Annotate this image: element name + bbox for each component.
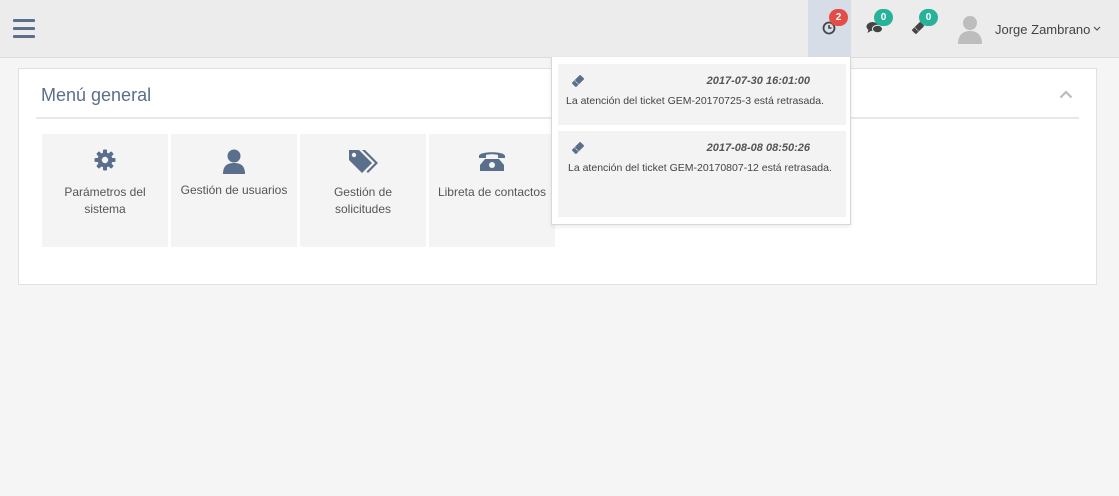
panel-title: Menú general [41, 85, 152, 105]
user-menu[interactable]: Jorge Zambrano [956, 14, 1106, 44]
tile-contact-book[interactable]: Libreta de contactos [429, 134, 555, 247]
notification-item[interactable]: 2017-08-08 08:50:26 La atención del tick… [558, 131, 846, 217]
notification-item[interactable]: 2017-07-30 16:01:00 La atención del tick… [558, 64, 846, 125]
tile-label: Gestión de solicitudes [333, 185, 393, 216]
notification-time: 2017-07-30 16:01:00 [706, 75, 810, 87]
messages-badge: 0 [874, 9, 893, 26]
alerts-button[interactable]: 2 [808, 0, 851, 57]
tags-icon [349, 150, 378, 173]
hamburger-icon[interactable] [13, 19, 35, 38]
messages-button[interactable]: 0 [852, 0, 895, 57]
alerts-badge: 2 [829, 9, 848, 26]
tile-system-parameters[interactable]: Parámetros del sistema [42, 134, 168, 247]
tile-label: Libreta de contactos [437, 185, 547, 199]
ticket-icon [572, 75, 584, 87]
chevron-up-icon[interactable] [1059, 90, 1073, 99]
chevron-down-icon [1093, 26, 1101, 31]
tile-user-management[interactable]: Gestión de usuarios [171, 134, 297, 247]
notification-time: 2017-08-08 08:50:26 [706, 142, 810, 154]
user-avatar-icon [958, 16, 982, 44]
tile-label: Parámetros del sistema [64, 185, 146, 216]
notification-text: La atención del ticket GEM-20170807-12 e… [568, 162, 832, 174]
menu-tiles: Parámetros del sistema Gestión de usuari… [42, 134, 555, 247]
notifications-dropdown: 2017-07-30 16:01:00 La atención del tick… [551, 57, 851, 225]
tile-label: Gestión de usuarios [180, 183, 288, 197]
tile-request-management[interactable]: Gestión de solicitudes [300, 134, 426, 247]
notification-text: La atención del ticket GEM-20170725-3 es… [566, 95, 824, 107]
tickets-button[interactable]: 0 [896, 0, 939, 57]
top-navbar: 2 0 0 Jorge Zambrano [0, 0, 1119, 58]
phone-icon [479, 152, 505, 171]
gear-icon [94, 149, 116, 171]
ticket-icon [572, 142, 584, 154]
user-name: Jorge Zambrano [995, 22, 1091, 37]
tickets-badge: 0 [919, 9, 938, 26]
user-icon [223, 149, 245, 174]
